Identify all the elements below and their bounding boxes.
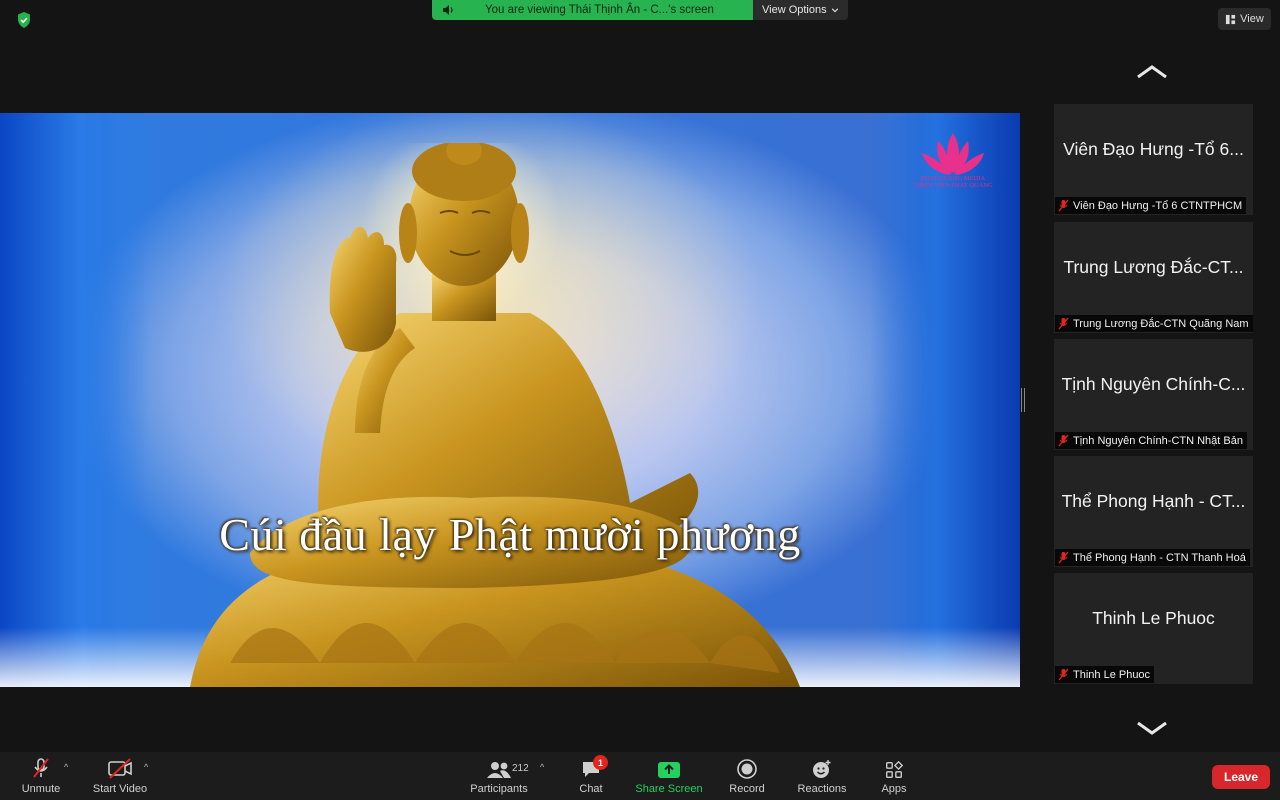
unmute-button[interactable]: Unmute xyxy=(18,752,64,800)
video-options-chevron-icon[interactable]: ^ xyxy=(144,762,148,772)
left-frame-decoration xyxy=(0,113,150,687)
zoom-meeting-window: You are viewing Thái Thịnh Ân - C...'s s… xyxy=(0,0,1280,800)
screen-share-banner: You are viewing Thái Thịnh Ân - C...'s s… xyxy=(432,0,753,20)
participant-name-tag: Viên Đạo Hưng -Tổ 6 CTNTPHCM xyxy=(1055,197,1247,214)
participant-display-name: Viên Đạo Hưng -Tổ 6... xyxy=(1063,138,1244,159)
gallery-scroll-up-icon[interactable] xyxy=(1134,62,1170,82)
share-screen-button[interactable]: Share Screen xyxy=(632,752,706,800)
chat-label: Chat xyxy=(579,783,603,795)
participant-name-tag: Thinh Le Phuoc xyxy=(1055,666,1155,683)
participant-tile[interactable]: Tịnh Nguyên Chính-C... Tịnh Nguyên Chính… xyxy=(1054,339,1253,450)
participant-name: Thể Phong Hạnh - CTN Thanh Hoá xyxy=(1073,551,1246,564)
muted-mic-icon xyxy=(1058,317,1069,330)
reactions-smiley-icon xyxy=(813,760,831,778)
banner-text: You are viewing Thái Thịnh Ân - C...'s s… xyxy=(485,4,714,16)
share-screen-icon xyxy=(658,762,680,778)
participant-name-tag: Tịnh Nguyên Chính-CTN Nhật Bản xyxy=(1055,432,1247,449)
muted-mic-icon xyxy=(1058,668,1069,681)
view-options-label: View Options xyxy=(762,4,827,16)
participant-name: Thinh Le Phuoc xyxy=(1073,668,1151,681)
reactions-label: Reactions xyxy=(797,783,847,795)
speaker-icon xyxy=(443,5,453,15)
chat-unread-badge: 1 xyxy=(593,755,608,770)
participant-name-tag: Trung Lương Đắc-CTN Quãng Nam xyxy=(1055,315,1253,332)
participants-count: 212 xyxy=(512,763,529,774)
participant-tile[interactable]: Thinh Le Phuoc Thinh Le Phuoc xyxy=(1054,573,1253,684)
participant-tile[interactable]: Viên Đạo Hưng -Tổ 6... Viên Đạo Hưng -Tổ… xyxy=(1054,104,1253,215)
video-off-icon xyxy=(108,758,132,779)
record-button[interactable]: Record xyxy=(726,752,768,800)
gallery-scroll-down-icon[interactable] xyxy=(1134,718,1170,738)
participants-label: Participants xyxy=(470,783,528,795)
participant-name: Trung Lương Đắc-CTN Quãng Nam xyxy=(1073,317,1249,330)
participant-display-name: Trung Lương Đắc-CT... xyxy=(1063,256,1244,277)
lyrics-caption: Cúi đầu lạy Phật mười phương xyxy=(219,509,801,560)
reactions-button[interactable]: Reactions xyxy=(794,752,850,800)
meeting-toolbar: Unmute ^ Start Video ^ Participants 212 … xyxy=(0,752,1280,800)
logo-text-line1: PHAT QUANG MEDIA xyxy=(920,175,986,182)
muted-microphone-icon xyxy=(33,758,49,778)
record-icon xyxy=(737,759,757,779)
logo-text-line2: THIEN VIEN PHAT QUANG xyxy=(913,182,993,189)
leave-button[interactable]: Leave xyxy=(1212,765,1270,789)
right-frame-decoration xyxy=(870,113,1020,687)
participant-display-name: Tịnh Nguyên Chính-C... xyxy=(1061,373,1246,394)
golden-buddha-statue-image xyxy=(190,143,800,687)
participant-display-name: Thể Phong Hạnh - CT... xyxy=(1061,490,1246,511)
participants-button[interactable]: Participants xyxy=(466,752,532,800)
view-layout-button[interactable]: View xyxy=(1218,8,1271,30)
shared-screen-content: Cúi đầu lạy Phật mười phương PHAT QUANG … xyxy=(0,113,1020,687)
chevron-down-icon xyxy=(831,8,838,13)
participants-options-chevron-icon[interactable]: ^ xyxy=(540,762,544,772)
participant-name: Tịnh Nguyên Chính-CTN Nhật Bản xyxy=(1073,434,1243,447)
audio-options-chevron-icon[interactable]: ^ xyxy=(64,762,68,772)
grid-layout-icon xyxy=(1226,14,1236,24)
apps-label: Apps xyxy=(881,783,907,795)
participant-name: Viên Đạo Hưng -Tổ 6 CTNTPHCM xyxy=(1073,199,1243,212)
record-label: Record xyxy=(729,783,765,795)
participants-icon xyxy=(487,762,511,778)
participant-display-name: Thinh Le Phuoc xyxy=(1092,607,1215,628)
view-options-button[interactable]: View Options xyxy=(753,0,848,20)
participant-tile[interactable]: Trung Lương Đắc-CT... Trung Lương Đắc-CT… xyxy=(1054,222,1253,333)
panel-resize-handle[interactable] xyxy=(1021,388,1025,412)
share-screen-label: Share Screen xyxy=(635,783,703,795)
muted-mic-icon xyxy=(1058,434,1069,447)
apps-button[interactable]: Apps xyxy=(876,752,912,800)
muted-mic-icon xyxy=(1058,551,1069,564)
unmute-label: Unmute xyxy=(21,783,61,795)
participant-name-tag: Thể Phong Hạnh - CTN Thanh Hoá xyxy=(1055,549,1250,566)
start-video-label: Start Video xyxy=(92,783,148,795)
apps-icon xyxy=(886,760,904,778)
security-shield-icon[interactable] xyxy=(14,10,34,30)
participant-tile[interactable]: Thể Phong Hạnh - CT... Thể Phong Hạnh - … xyxy=(1054,456,1253,567)
view-label: View xyxy=(1240,13,1264,25)
start-video-button[interactable]: Start Video xyxy=(90,752,150,800)
logo-caption: PHAT QUANG MEDIA THIEN VIEN PHAT QUANG xyxy=(908,175,998,189)
muted-mic-icon xyxy=(1058,199,1069,212)
